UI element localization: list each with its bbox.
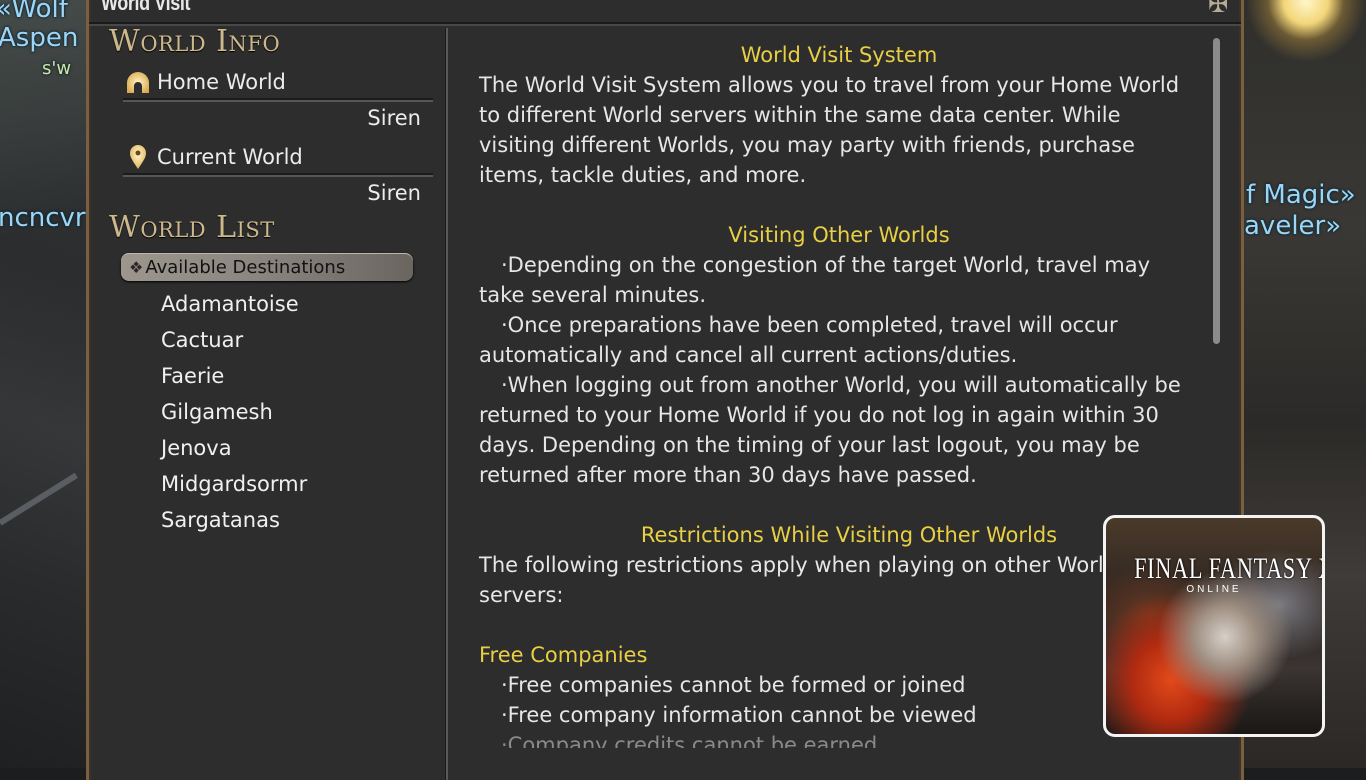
world-list-item[interactable]: Cactuar [161, 322, 307, 358]
nameplate-text: Aspen [0, 23, 79, 53]
game-scene-left [0, 0, 86, 768]
current-world-label: Current World [157, 145, 303, 169]
logo-subtitle: ONLINE [1186, 584, 1242, 595]
world-list-item[interactable]: Midgardsormr [161, 466, 307, 502]
bullet-item: ·When logging out from another World, yo… [479, 373, 1181, 487]
scrollbar-thumb[interactable] [1213, 38, 1220, 344]
current-world-row: Current World Siren [123, 143, 433, 205]
nameplate-text: «Wolf [0, 0, 68, 24]
nameplate-text: s'w [42, 58, 72, 79]
bullet-item: ·Depending on the congestion of the targ… [479, 253, 1151, 307]
world-list-item[interactable]: Gilgamesh [161, 394, 307, 430]
category-label: Available Destinations [145, 256, 346, 278]
map-pin-icon [123, 144, 153, 170]
world-list-item[interactable]: Faerie [161, 358, 307, 394]
close-button[interactable]: ✠ [1205, 0, 1231, 16]
section-heading: Free Companies [479, 643, 648, 667]
world-info-heading: World Info [109, 24, 281, 59]
bullet-item: ·Free companies cannot be formed or join… [501, 673, 966, 697]
section-heading: Restrictions While Visiting Other Worlds [640, 523, 1058, 547]
section-heading: Visiting Other Worlds [728, 223, 950, 247]
current-world-value: Siren [367, 181, 421, 205]
section-body: The following restrictions apply when pl… [479, 553, 1118, 607]
bullet-item: ·Free company information cannot be view… [501, 703, 977, 727]
world-list-heading: World List [109, 210, 275, 245]
home-world-value: Siren [367, 106, 421, 130]
world-list-item[interactable]: Sargatanas [161, 502, 307, 538]
diamond-cluster-icon: ❖ [129, 257, 144, 277]
left-pane: World Info Home World Siren Current Worl… [89, 24, 445, 780]
bullet-item: ·Once preparations have been completed, … [479, 313, 1118, 367]
bullet-item: ·Company credits cannot be earned [501, 733, 878, 748]
world-visit-window: World Visit ✠ World Info Home World Sire… [86, 0, 1244, 780]
window-title: World Visit [101, 0, 191, 15]
home-world-label: Home World [157, 70, 286, 94]
home-icon [123, 69, 153, 95]
world-list: Adamantoise Cactuar Faerie Gilgamesh Jen… [161, 286, 307, 538]
logo-title: FINAL FANTASY XIV [1134, 552, 1322, 585]
title-bar[interactable]: World Visit ✠ [89, 0, 1241, 24]
pane-divider [445, 28, 448, 780]
nameplate-text: aveler» [1244, 211, 1342, 241]
home-world-row: Home World Siren [123, 68, 433, 130]
nameplate-text: f Magic» [1246, 180, 1356, 210]
game-logo-thumbnail: FINAL FANTASY XIV ONLINE [1103, 515, 1325, 737]
section-body: The World Visit System allows you to tra… [479, 73, 1180, 187]
available-destinations-category[interactable]: ❖ Available Destinations [121, 253, 413, 281]
close-icon: ✠ [1207, 0, 1229, 18]
nameplate-text: ncncvr [0, 203, 86, 233]
section-heading: World Visit System [740, 43, 938, 67]
world-list-item[interactable]: Jenova [161, 430, 307, 466]
world-list-item[interactable]: Adamantoise [161, 286, 307, 322]
help-text-pane: World Visit System The World Visit Syste… [479, 40, 1199, 748]
